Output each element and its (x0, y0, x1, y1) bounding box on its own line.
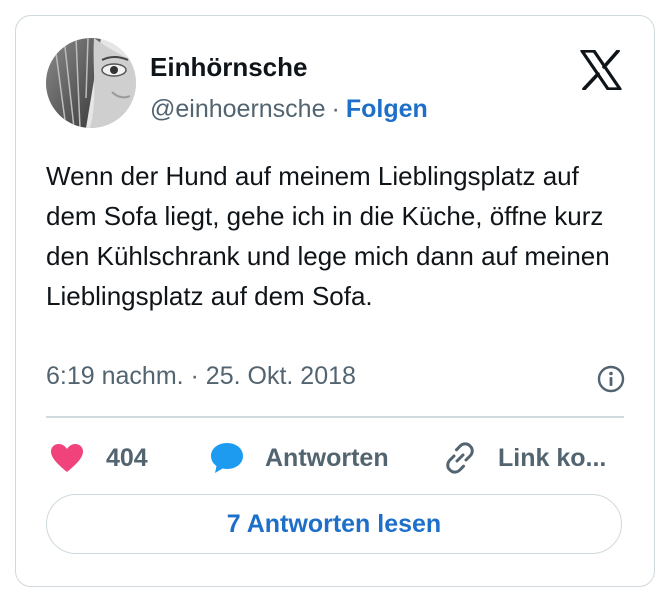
tweet-card: Einhörnsche @einhoernsche · Folgen Wenn de… (15, 15, 655, 587)
reply-button[interactable]: Antworten (209, 436, 389, 480)
copy-link-button[interactable]: Link ko... (442, 436, 606, 480)
follow-link[interactable]: Folgen (346, 95, 428, 123)
tweet-text: Wenn der Hund auf meinem Lieblingsplatz … (46, 161, 610, 311)
tweet-header: Einhörnsche @einhoernsche · Folgen (46, 38, 624, 134)
speech-bubble-icon (211, 443, 243, 473)
heart-icon (51, 444, 83, 472)
author-handle-row: @einhoernsche · Folgen (150, 95, 428, 124)
author-handle[interactable]: @einhoernsche (150, 95, 326, 123)
tweet-meta: 6:19 nachm. · 25. Okt. 2018 (46, 362, 626, 396)
read-replies-button[interactable]: 7 Antworten lesen (46, 494, 622, 554)
info-icon[interactable] (596, 364, 626, 394)
link-icon (446, 442, 474, 474)
divider (46, 416, 624, 418)
action-bar: 404 Antworten Link ko... (46, 436, 626, 480)
copy-link-label: Link ko... (498, 443, 607, 472)
handle-separator: · (331, 95, 340, 123)
read-replies-label: 7 Antworten lesen (226, 509, 442, 538)
like-count: 404 (106, 443, 148, 472)
avatar[interactable] (46, 38, 136, 128)
reply-label: Antworten (265, 443, 389, 472)
author-name[interactable]: Einhörnsche (150, 52, 307, 83)
tweet-timestamp[interactable]: 6:19 nachm. · 25. Okt. 2018 (46, 362, 356, 390)
x-logo-icon[interactable] (580, 49, 622, 91)
like-button[interactable]: 404 (50, 436, 148, 480)
